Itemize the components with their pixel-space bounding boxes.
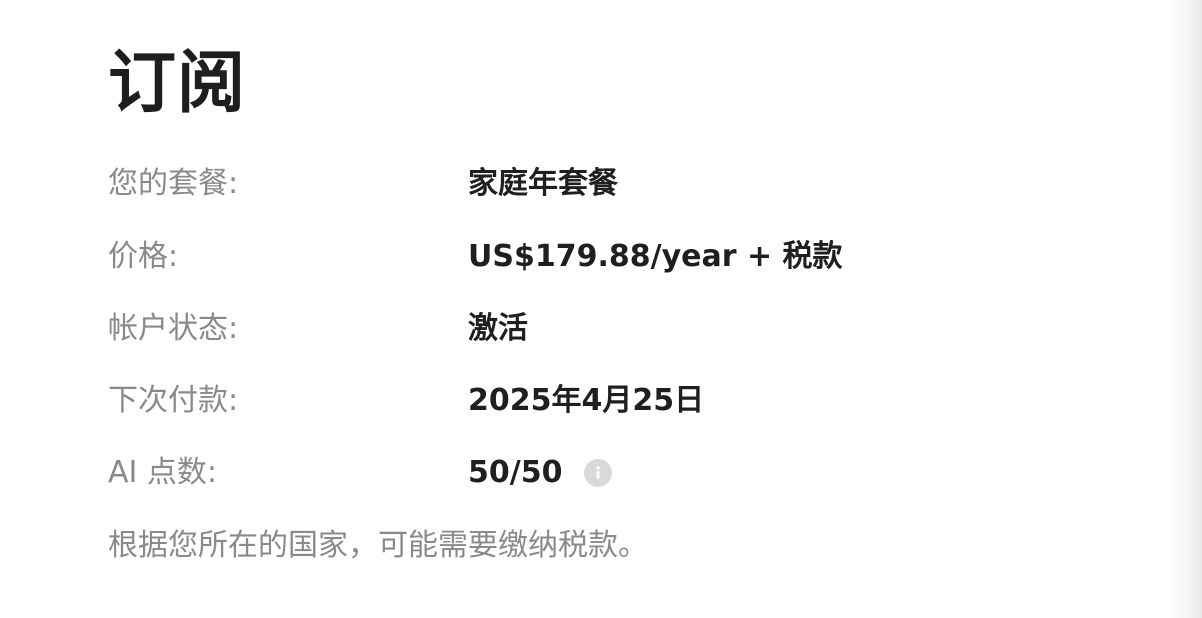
plan-label: 您的套餐: [108, 166, 239, 201]
plan-value: 家庭年套餐 [468, 166, 618, 201]
next-payment-row: 下次付款: 2025年4月25日 [108, 381, 1008, 421]
info-icon[interactable] [584, 459, 613, 487]
next-payment-value: 2025年4月25日 [468, 383, 705, 418]
page-title: 订阅 [108, 44, 247, 123]
tax-note: 根据您所在的国家，可能需要缴纳税款。 [108, 528, 648, 563]
next-payment-label: 下次付款: [108, 383, 239, 418]
plan-row: 您的套餐: 家庭年套餐 [108, 164, 1008, 204]
ai-points-row: AI 点数: 50/50 [108, 453, 1008, 493]
ai-points-label: AI 点数: [108, 455, 218, 490]
subscription-page: 订阅 您的套餐: 家庭年套餐 价格: US$179.88/year + 税款 帐… [0, 0, 1202, 618]
price-label: 价格: [108, 239, 179, 274]
price-value: US$179.88/year + 税款 [468, 239, 843, 274]
account-status-row: 帐户状态: 激活 [108, 309, 1008, 349]
price-row: 价格: US$179.88/year + 税款 [108, 237, 1008, 277]
ai-points-value: 50/50 [468, 455, 563, 490]
account-status-label: 帐户状态: [108, 311, 239, 346]
account-status-value: 激活 [468, 311, 528, 346]
ai-points-value-wrap: 50/50 [468, 453, 613, 493]
scroll-edge-shadow [1168, 0, 1202, 618]
